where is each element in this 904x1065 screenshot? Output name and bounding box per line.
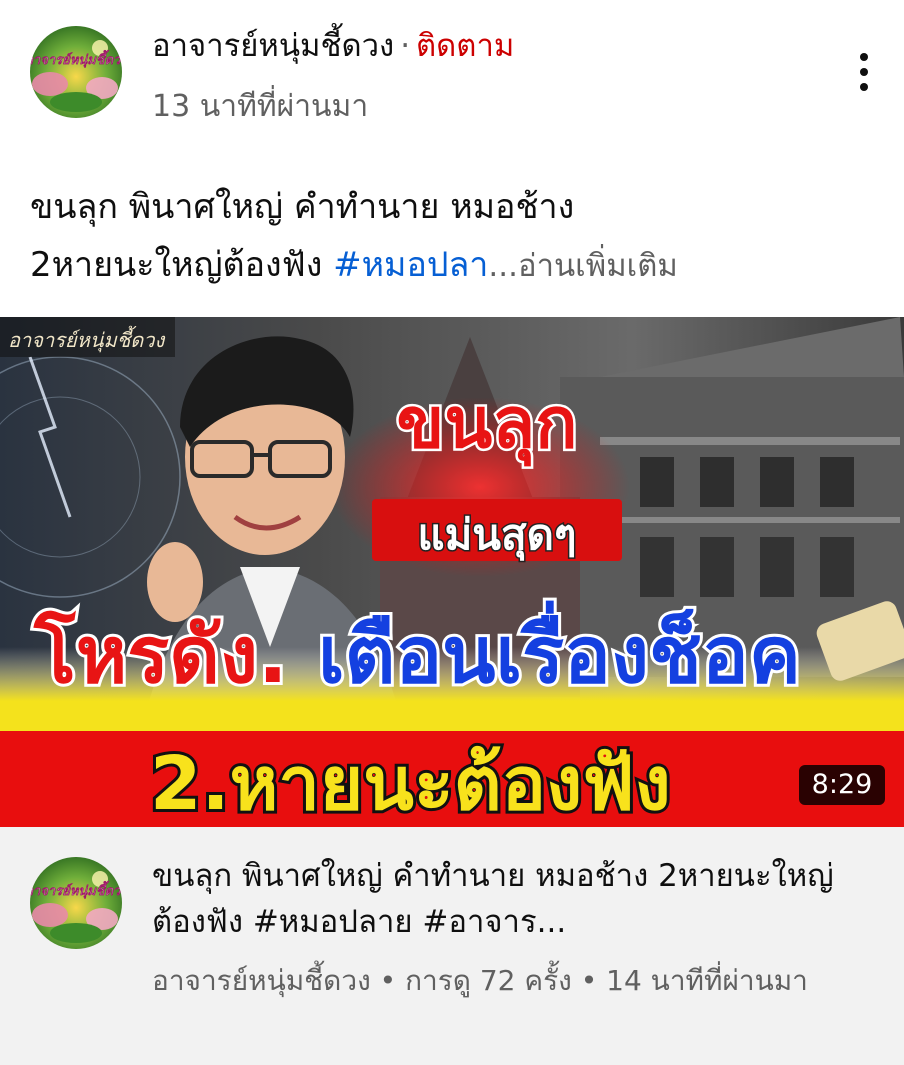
video-meta: อาจารย์หนุ่มชี้ดวง • การดู 72 ครั้ง • 14… [152,964,808,997]
read-more-link[interactable]: ...อ่านเพิ่มเติม [488,248,677,284]
video-thumbnail[interactable]: อาจารย์หนุ่มชี้ดวง ขนลุก แม่นสุดๆ โหรดัง… [0,317,904,827]
post-header: อาจารย์หนุ่มชี้ดวง อาจารย์หนุ่มชี้ดวง · ติ… [0,0,904,150]
video-title[interactable]: ขนลุก พินาศใหญ่ คำทำนาย หมอช้าง 2หายนะให… [152,853,872,945]
channel-name[interactable]: อาจารย์หนุ่มชี้ดวง [152,28,394,64]
thumbnail-headline-3-blue: เตือนเรื่องช็อค [318,600,801,701]
thumbnail-headline-3-red: โหรดัง. [33,609,288,701]
thumbnail-headline-1: ขนลุก [397,382,578,467]
video-channel-avatar[interactable]: อาจารย์หนุ่มชี้ดวง [30,857,122,949]
thumbnail-corner-label: อาจารย์หนุ่มชี้ดวง [8,325,165,353]
more-dot [860,68,868,76]
post-timestamp: 13 นาทีที่ผ่านมา [152,89,369,124]
channel-line: อาจารย์หนุ่มชี้ดวง · ติดตาม [152,24,514,68]
more-options-icon[interactable] [842,44,886,100]
hashtag-link[interactable]: #หมอปลา [333,245,488,285]
channel-avatar[interactable]: อาจารย์หนุ่มชี้ดวง [30,26,122,118]
post-text-line2: 2หายนะใหญ่ต้องฟัง #หมอปลา...อ่านเพิ่มเติ… [30,236,880,295]
follow-button[interactable]: ติดตาม [416,28,514,64]
thumbnail-headline-4: 2.หายนะต้องฟัง [150,741,671,827]
post-text-line2-body: 2หายนะใหญ่ต้องฟัง [30,245,334,285]
post-text: ขนลุก พินาศใหญ่ คำทำนาย หมอช้าง 2หายนะให… [30,178,880,295]
more-dot [860,83,868,91]
video-card[interactable]: อาจารย์หนุ่มชี้ดวง ขนลุก พินาศใหญ่ คำทำน… [0,827,904,1065]
video-duration-badge: 8:29 [799,765,885,805]
avatar-lettering: อาจารย์หนุ่มชี้ดวง [30,50,122,68]
more-dot [860,53,868,61]
post-text-line1: ขนลุก พินาศใหญ่ คำทำนาย หมอช้าง [30,187,575,227]
separator-dot: · [400,28,411,64]
thumbnail-headline-2: แม่นสุดๆ [418,510,577,561]
card-avatar-lettering: อาจารย์หนุ่มชี้ดวง [30,881,122,899]
